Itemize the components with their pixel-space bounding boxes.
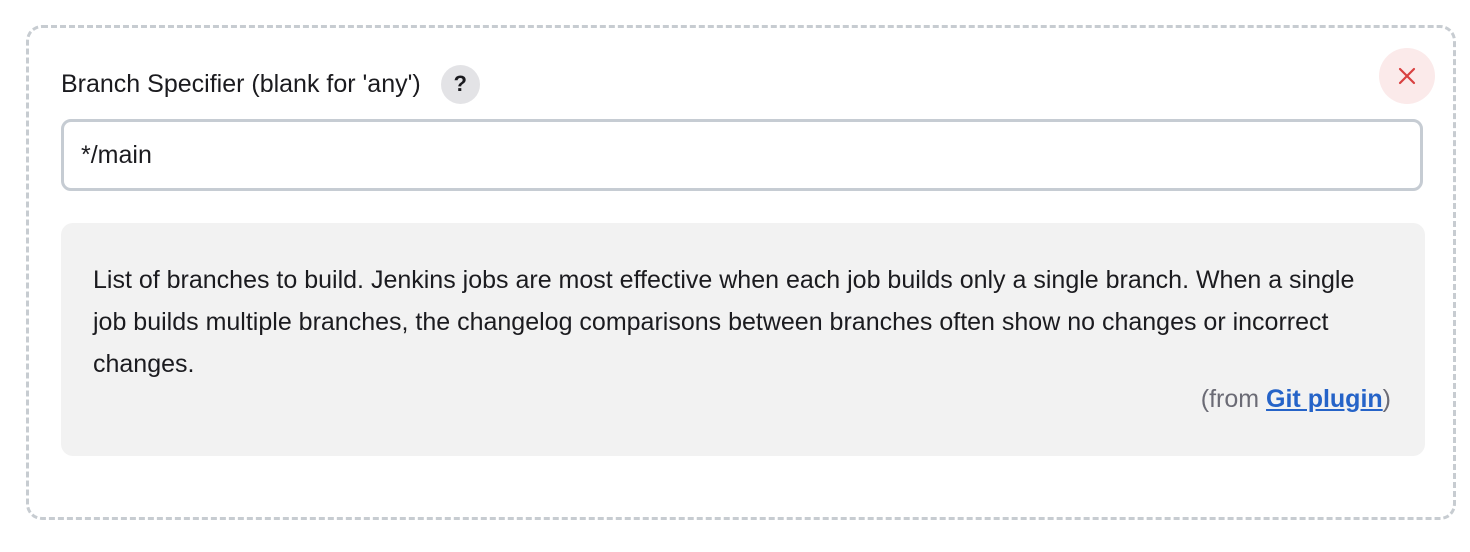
help-source-prefix: (from — [1200, 385, 1267, 413]
close-icon — [1398, 67, 1416, 85]
branch-specifier-field — [61, 119, 1423, 191]
delete-branch-button[interactable] — [1379, 48, 1435, 104]
branch-specifier-label: Branch Specifier (blank for 'any') — [61, 69, 421, 98]
branch-specifier-card: Branch Specifier (blank for 'any') ? Lis… — [26, 25, 1456, 520]
help-panel: List of branches to build. Jenkins jobs … — [61, 223, 1425, 456]
branch-specifier-input[interactable] — [64, 122, 1420, 188]
field-label-row: Branch Specifier (blank for 'any') ? — [61, 64, 480, 104]
help-source: (from Git plugin) — [1201, 385, 1391, 414]
help-source-suffix: ) — [1382, 385, 1391, 413]
git-plugin-link[interactable]: Git plugin — [1266, 385, 1383, 413]
help-text: List of branches to build. Jenkins jobs … — [93, 266, 1355, 378]
help-button[interactable]: ? — [440, 64, 480, 104]
